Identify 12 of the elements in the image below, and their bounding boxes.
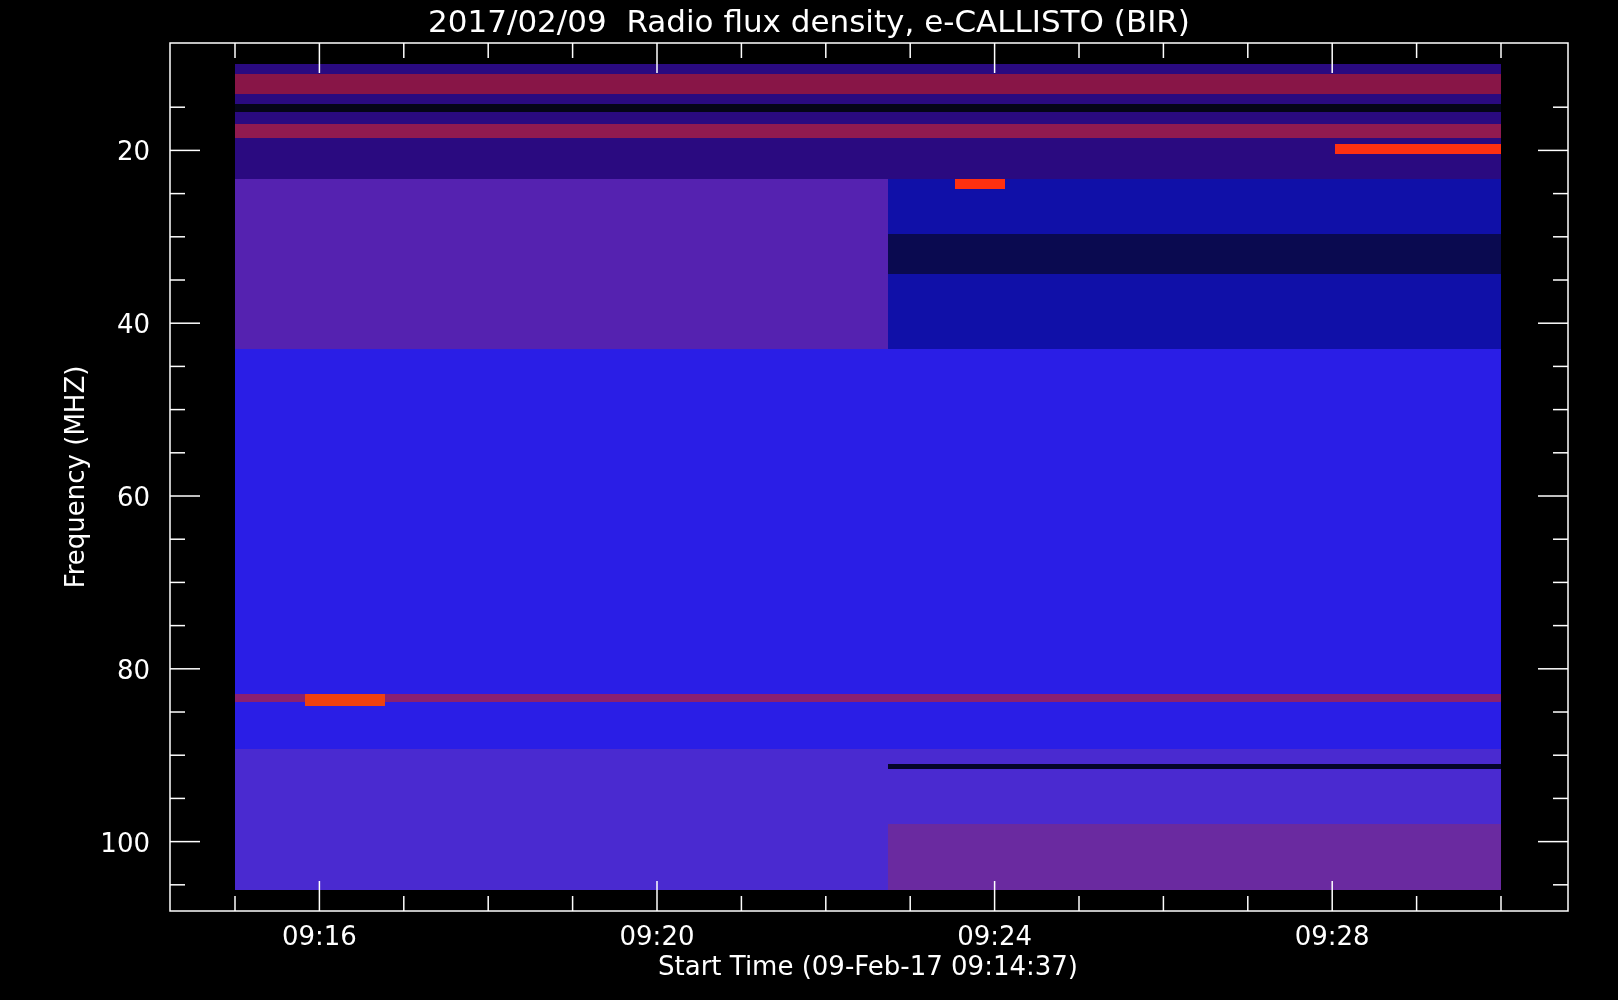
x-tick-label: 09:28 <box>1294 921 1370 951</box>
y-tick-label: 40 <box>116 309 150 340</box>
x-tick-label: 09:24 <box>957 921 1033 951</box>
y-tick-label: 100 <box>100 827 150 858</box>
x-axis-label: Start Time (09-Feb-17 09:14:37) <box>658 951 1078 981</box>
x-tick-label: 09:16 <box>281 921 357 951</box>
chart-title: 2017/02/09 Radio flux density, e-CALLISTO (BIR) <box>428 3 1190 39</box>
x-tick-label: 09:20 <box>619 921 695 951</box>
y-axis-label: Frequency (MHZ) <box>60 365 90 589</box>
y-tick-label: 20 <box>116 136 150 167</box>
y-tick-label: 60 <box>116 482 150 512</box>
y-tick-label: 80 <box>116 654 150 685</box>
